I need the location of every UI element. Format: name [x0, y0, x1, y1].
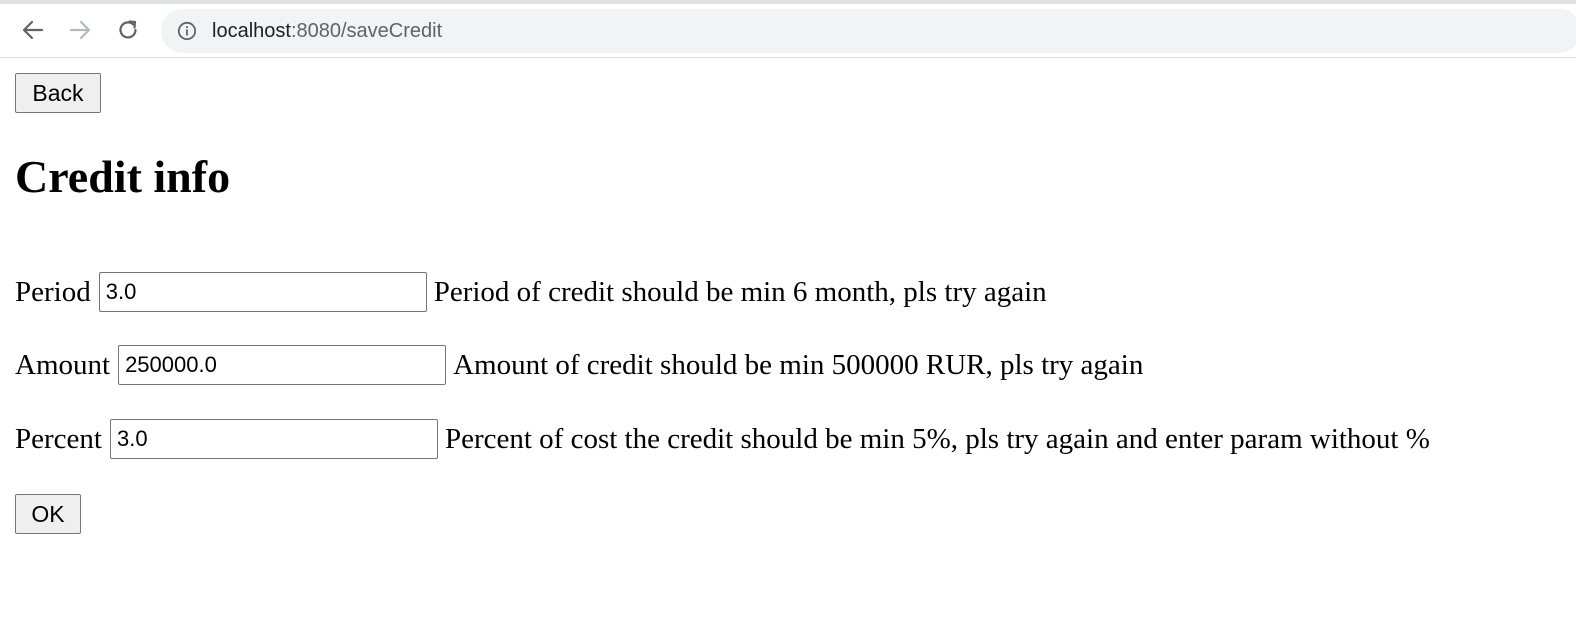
- amount-row: Amount Amount of credit should be min 50…: [15, 345, 1143, 385]
- percent-row: Percent Percent of cost the credit shoul…: [15, 419, 1430, 459]
- url-path: :8080/saveCredit: [290, 20, 443, 42]
- back-arrow-icon[interactable]: [20, 17, 46, 43]
- percent-label: Percent: [15, 422, 102, 455]
- period-label: Period: [15, 275, 91, 308]
- amount-input[interactable]: [118, 345, 447, 385]
- reload-icon[interactable]: [115, 17, 141, 43]
- back-button[interactable]: Back: [15, 73, 101, 113]
- page-title: Credit info: [15, 151, 231, 202]
- amount-label: Amount: [15, 348, 111, 381]
- browser-toolbar: localhost:8080/saveCredit: [0, 0, 1576, 58]
- amount-error-message: Amount of credit should be min 500000 RU…: [453, 348, 1144, 381]
- ok-button[interactable]: OK: [15, 494, 81, 534]
- period-input[interactable]: [98, 272, 427, 312]
- period-row: Period Period of credit should be min 6 …: [15, 272, 1047, 312]
- url-host: localhost: [212, 20, 291, 42]
- info-icon[interactable]: [177, 21, 197, 41]
- address-bar[interactable]: localhost:8080/saveCredit: [161, 9, 1576, 53]
- percent-input[interactable]: [109, 419, 438, 459]
- url-text: localhost:8080/saveCredit: [212, 9, 442, 53]
- period-error-message: Period of credit should be min 6 month, …: [433, 275, 1047, 308]
- percent-error-message: Percent of cost the credit should be min…: [444, 422, 1430, 455]
- forward-arrow-icon[interactable]: [67, 17, 93, 43]
